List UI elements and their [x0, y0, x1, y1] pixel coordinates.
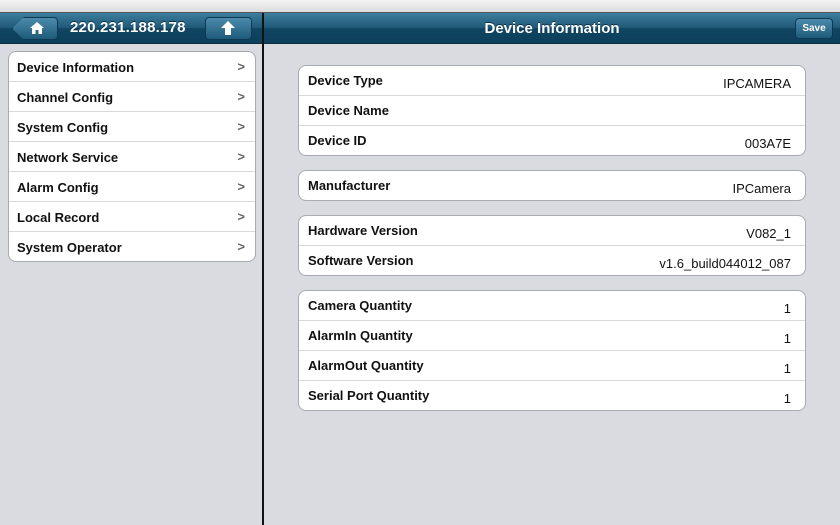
quantity-group: Camera Quantity 1 AlarmIn Quantity 1 Ala… [298, 290, 806, 411]
menu-item-label: Channel Config [17, 90, 114, 105]
manufacturer-value: IPCamera [732, 181, 791, 196]
hardware-version-row: Hardware Version V082_1 [299, 216, 805, 246]
hardware-version-label: Hardware Version [308, 223, 418, 238]
software-version-value: v1.6_build044012_087 [659, 256, 791, 271]
chevron-right-icon: > [237, 89, 245, 104]
device-type-value: IPCAMERA [723, 76, 791, 91]
manufacturer-row: Manufacturer IPCamera [299, 171, 805, 200]
home-icon [30, 22, 44, 34]
page-title: Device Information [484, 20, 620, 37]
up-arrow-icon [221, 21, 235, 35]
left-navbar: 220.231.188.178 [0, 13, 262, 44]
menu-item-label: System Config [17, 120, 109, 135]
alarmout-quantity-label: AlarmOut Quantity [308, 358, 424, 373]
chevron-right-icon: > [237, 179, 245, 194]
menu-item-network-service[interactable]: Network Service > [9, 142, 255, 172]
chevron-right-icon: > [237, 149, 245, 164]
chevron-right-icon: > [237, 119, 245, 134]
camera-quantity-value: 1 [783, 301, 791, 316]
alarmout-quantity-row: AlarmOut Quantity 1 [299, 351, 805, 381]
menu-item-system-operator[interactable]: System Operator > [9, 232, 255, 261]
identity-group: Device Type IPCAMERA Device Name Device … [298, 65, 806, 156]
chevron-right-icon: > [237, 209, 245, 224]
device-type-row: Device Type IPCAMERA [299, 66, 805, 96]
status-strip [0, 0, 840, 13]
manufacturer-label: Manufacturer [308, 178, 391, 193]
menu-item-label: Alarm Config [17, 180, 99, 195]
device-ip: 220.231.188.178 [70, 19, 186, 36]
menu-item-system-config[interactable]: System Config > [9, 112, 255, 142]
chevron-right-icon: > [237, 239, 245, 254]
device-id-row: Device ID 003A7E [299, 126, 805, 155]
right-pane: Device Information Save Device Type IPCA… [264, 13, 840, 525]
software-version-label: Software Version [308, 253, 414, 268]
settings-menu: Device Information > Channel Config > Sy… [8, 51, 256, 262]
serial-port-quantity-label: Serial Port Quantity [308, 388, 430, 403]
save-button[interactable]: Save [795, 18, 833, 39]
chevron-right-icon: > [237, 59, 245, 74]
hardware-version-value: V082_1 [746, 226, 791, 241]
device-id-label: Device ID [308, 133, 367, 148]
manufacturer-group: Manufacturer IPCamera [298, 170, 806, 201]
menu-item-label: Network Service [17, 150, 119, 165]
menu-item-alarm-config[interactable]: Alarm Config > [9, 172, 255, 202]
alarmin-quantity-label: AlarmIn Quantity [308, 328, 413, 343]
up-button[interactable] [205, 17, 252, 40]
right-navbar: Device Information Save [264, 13, 840, 44]
home-button[interactable] [12, 17, 58, 40]
menu-item-label: Local Record [17, 210, 100, 225]
version-group: Hardware Version V082_1 Software Version… [298, 215, 806, 276]
alarmout-quantity-value: 1 [783, 361, 791, 376]
device-id-value: 003A7E [744, 136, 791, 151]
alarmin-quantity-row: AlarmIn Quantity 1 [299, 321, 805, 351]
alarmin-quantity-value: 1 [783, 331, 791, 346]
menu-item-label: System Operator [17, 240, 122, 255]
menu-item-label: Device Information [17, 60, 135, 75]
serial-port-quantity-row: Serial Port Quantity 1 [299, 381, 805, 410]
left-pane: 220.231.188.178 Device Information > Cha… [0, 13, 262, 525]
menu-item-channel-config[interactable]: Channel Config > [9, 82, 255, 112]
serial-port-quantity-value: 1 [783, 391, 791, 406]
menu-item-local-record[interactable]: Local Record > [9, 202, 255, 232]
device-type-label: Device Type [308, 73, 383, 88]
camera-quantity-label: Camera Quantity [308, 298, 413, 313]
device-name-row[interactable]: Device Name [299, 96, 805, 126]
camera-quantity-row: Camera Quantity 1 [299, 291, 805, 321]
menu-item-device-information[interactable]: Device Information > [9, 52, 255, 82]
software-version-row: Software Version v1.6_build044012_087 [299, 246, 805, 275]
device-name-label: Device Name [308, 103, 389, 118]
